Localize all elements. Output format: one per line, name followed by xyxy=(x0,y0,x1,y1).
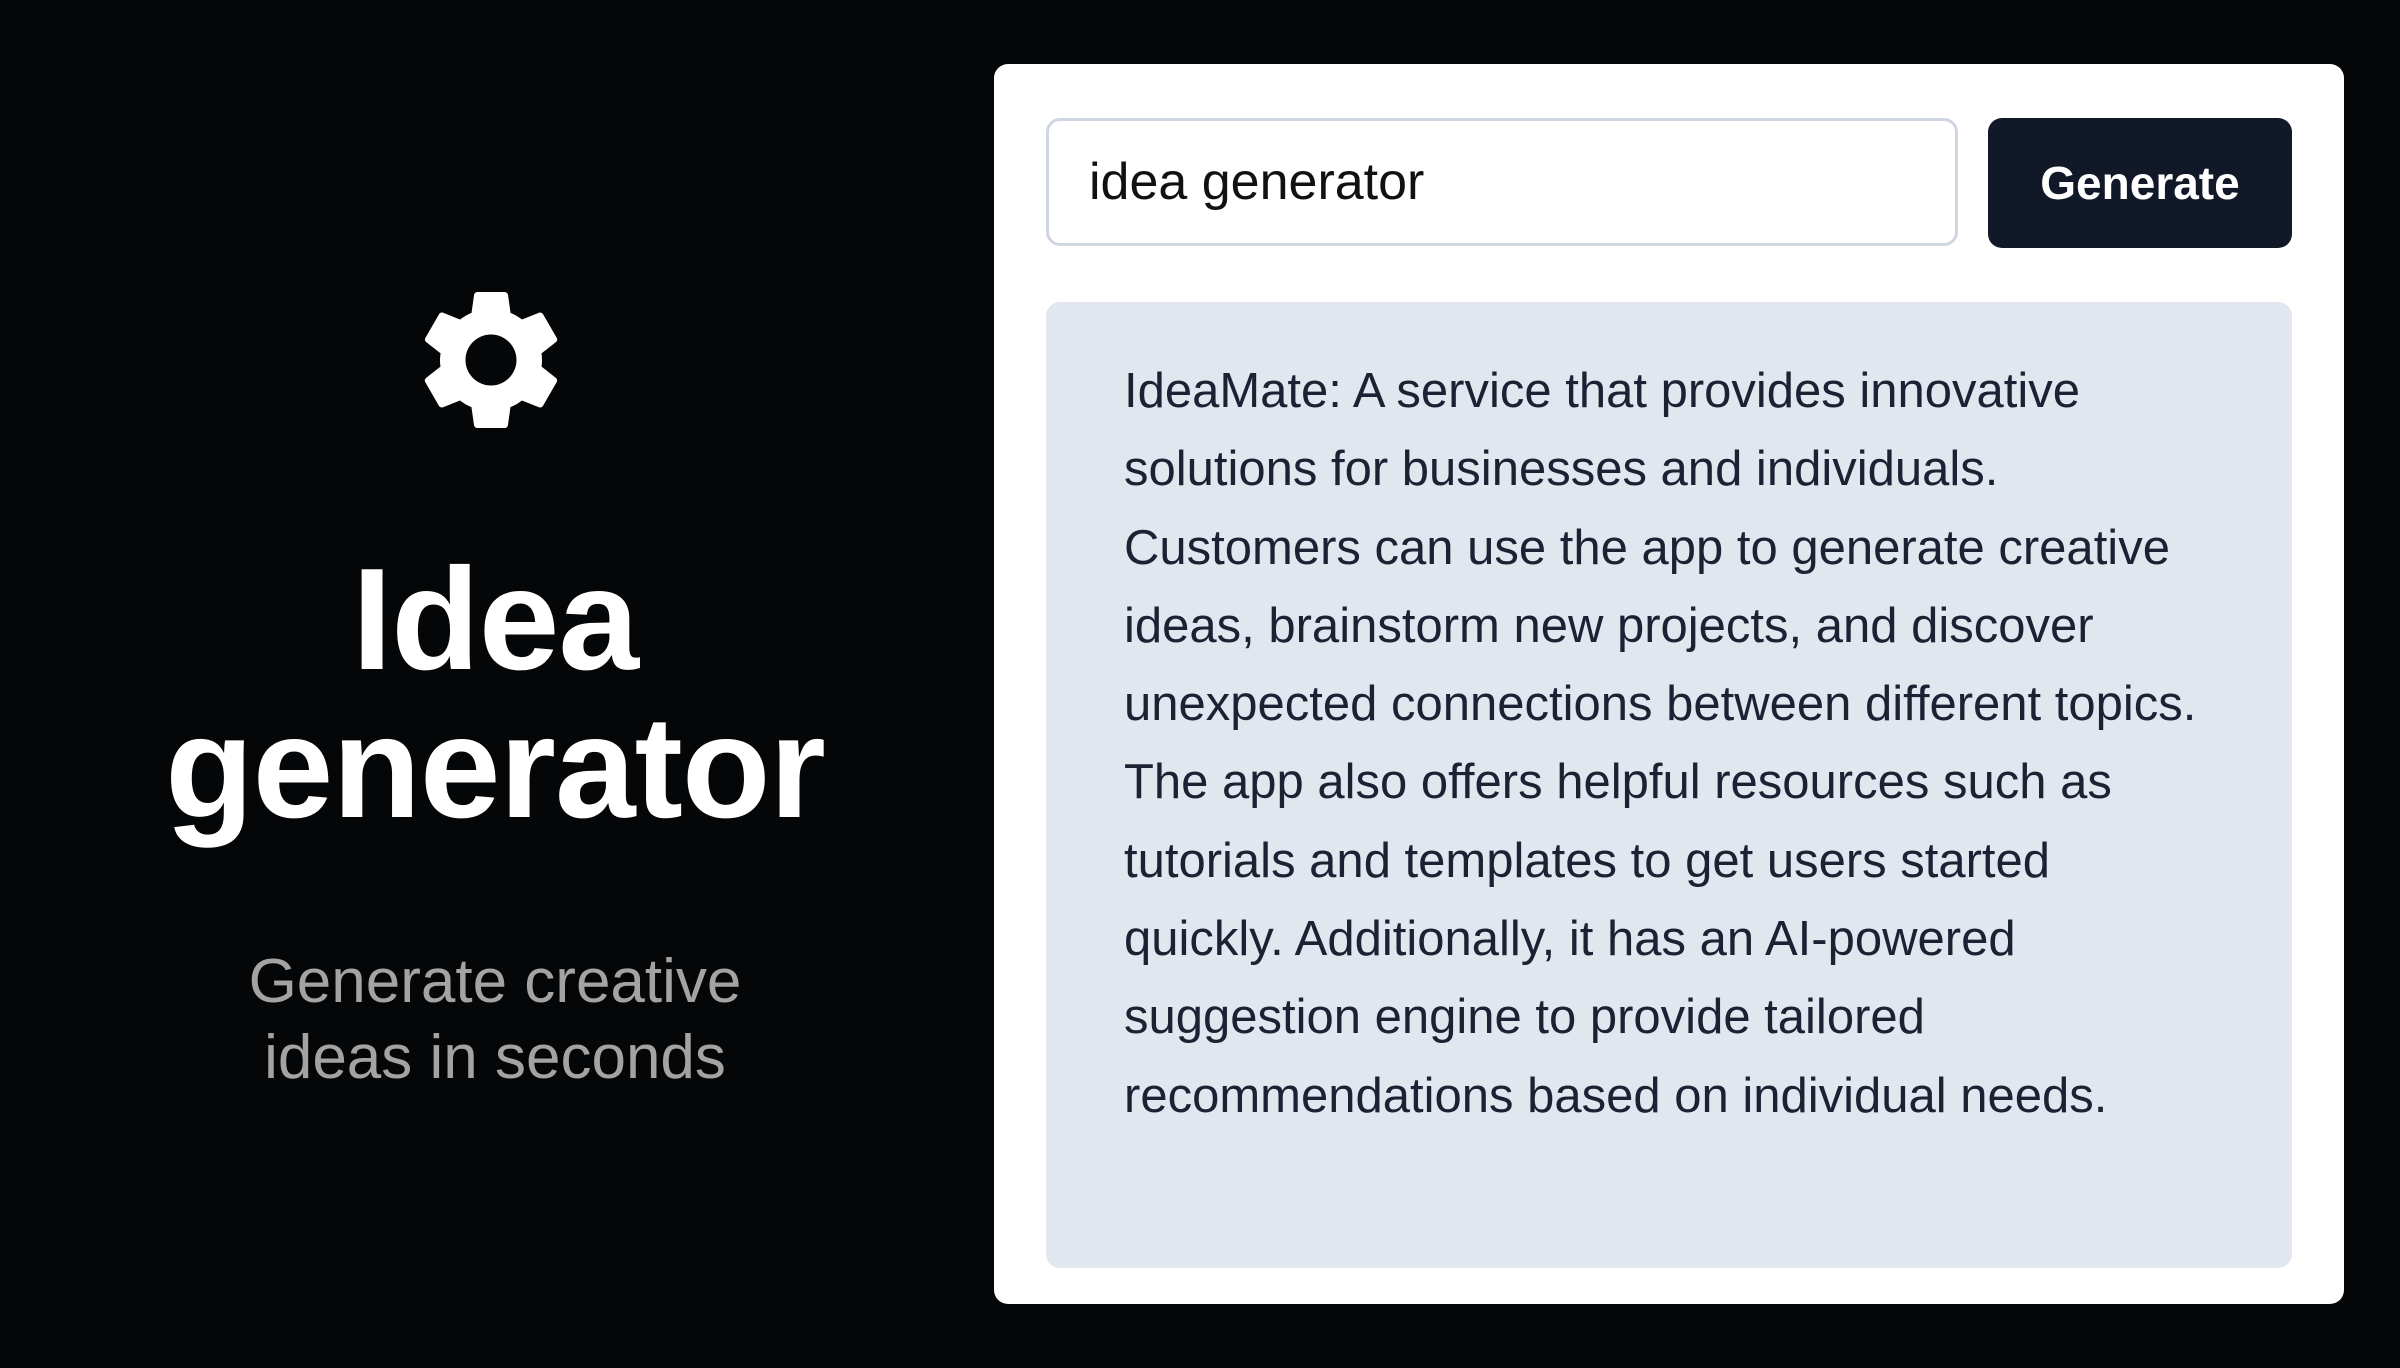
page-subtitle-line-1: Generate creative xyxy=(248,947,742,1016)
page-title-line-2: generator xyxy=(165,686,826,848)
generator-card: Generate IdeaMate: A service that provid… xyxy=(994,64,2344,1304)
hero-section: Idea generator Generate creative ideas i… xyxy=(0,0,990,1368)
page-title-line-1: Idea xyxy=(351,538,639,700)
result-text: IdeaMate: A service that provides innova… xyxy=(1124,364,2197,1123)
gear-icon xyxy=(424,291,558,428)
page-subtitle-line-2: ideas in seconds xyxy=(264,1023,726,1092)
idea-topic-input[interactable] xyxy=(1046,118,1958,246)
result-panel: IdeaMate: A service that provides innova… xyxy=(1046,302,2292,1268)
page-subtitle: Generate creative ideas in seconds xyxy=(0,944,990,1096)
page: Idea generator Generate creative ideas i… xyxy=(0,0,2400,1368)
page-title: Idea generator xyxy=(0,545,990,841)
generate-button[interactable]: Generate xyxy=(1988,118,2292,248)
